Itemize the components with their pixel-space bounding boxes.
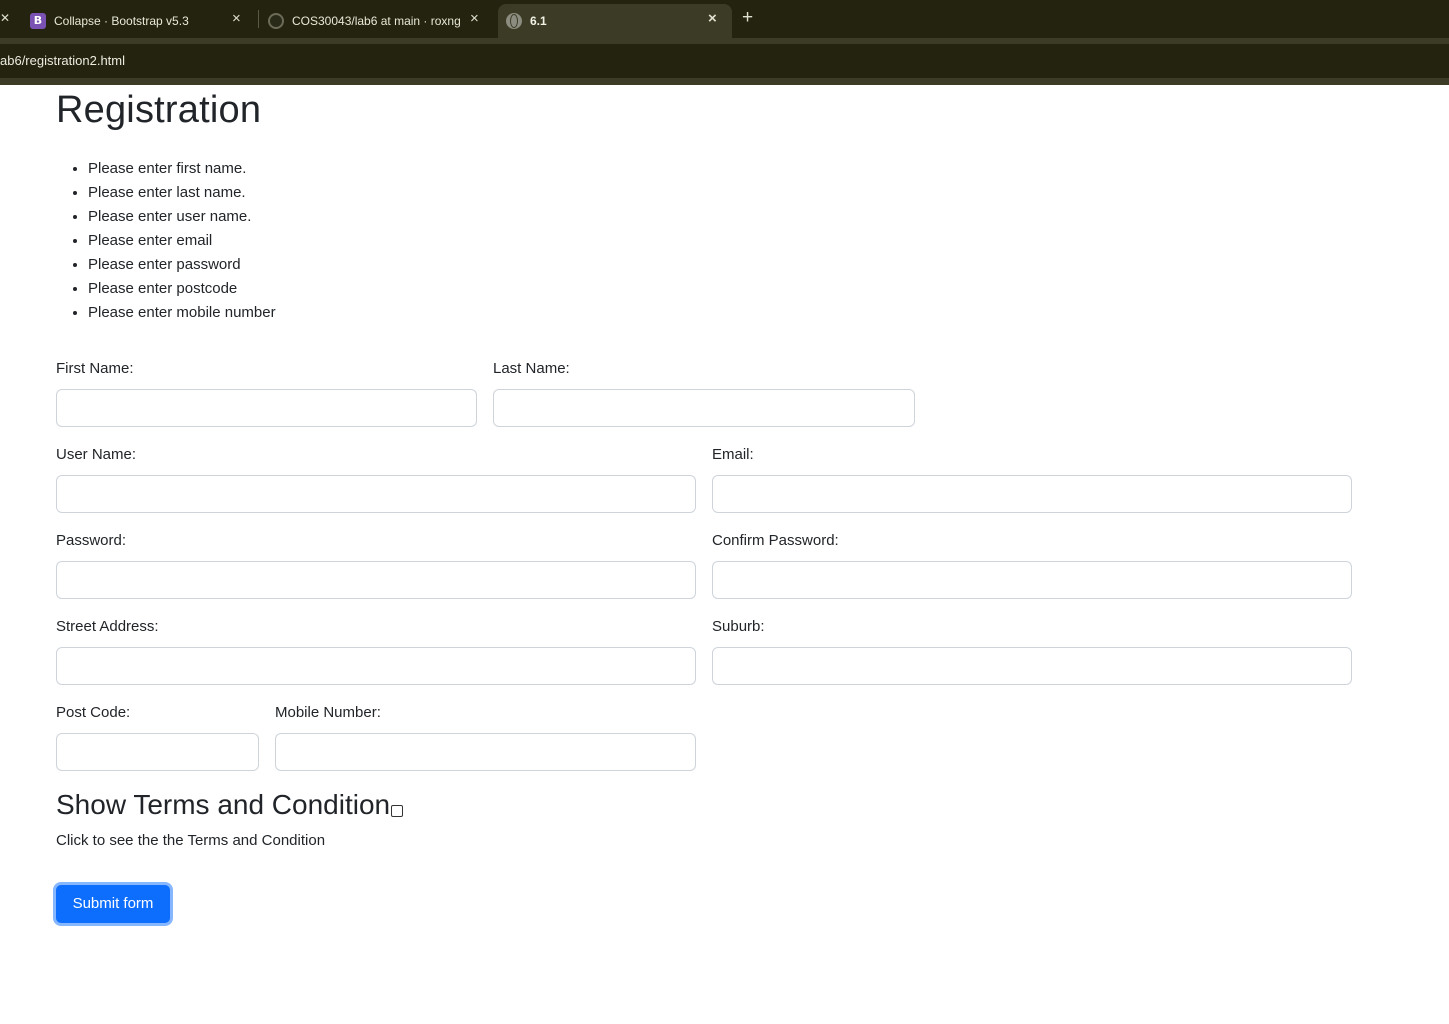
tab-close-partial-icon[interactable]: ✕ bbox=[0, 11, 10, 25]
github-icon bbox=[268, 13, 284, 29]
page-title: Registration bbox=[56, 89, 262, 131]
post-code-input[interactable] bbox=[56, 733, 259, 771]
close-tab-icon[interactable]: × bbox=[708, 11, 717, 26]
error-mobile-number: Please enter mobile number bbox=[88, 301, 276, 325]
browser-tab-bar: ✕ B Collapse · Bootstrap v5.3 × COS30043… bbox=[0, 0, 1449, 38]
tab-6-1-active[interactable]: 6.1 × bbox=[498, 4, 732, 38]
terms-heading-text: Show Terms and Condition bbox=[56, 789, 391, 820]
suburb-label: Suburb: bbox=[712, 618, 765, 635]
validation-error-list: Please enter first name. Please enter la… bbox=[88, 157, 276, 325]
confirm-password-input[interactable] bbox=[712, 561, 1352, 599]
first-name-label: First Name: bbox=[56, 360, 134, 377]
bootstrap-icon: B bbox=[30, 13, 46, 29]
mobile-number-input[interactable] bbox=[275, 733, 696, 771]
first-name-input[interactable] bbox=[56, 389, 477, 427]
user-name-input[interactable] bbox=[56, 475, 696, 513]
tab-title: 6.1 bbox=[530, 14, 547, 28]
error-email: Please enter email bbox=[88, 229, 276, 253]
tab-github-lab6[interactable]: COS30043/lab6 at main · roxng × bbox=[262, 4, 494, 38]
new-tab-icon[interactable]: + bbox=[742, 8, 753, 27]
page-content: Registration Please enter first name. Pl… bbox=[0, 85, 1449, 1024]
error-first-name: Please enter first name. bbox=[88, 157, 276, 181]
error-last-name: Please enter last name. bbox=[88, 181, 276, 205]
tab-bootstrap-collapse[interactable]: B Collapse · Bootstrap v5.3 × bbox=[22, 4, 256, 38]
confirm-password-label: Confirm Password: bbox=[712, 532, 839, 549]
last-name-label: Last Name: bbox=[493, 360, 570, 377]
close-tab-icon[interactable]: × bbox=[470, 11, 479, 26]
submit-form-button[interactable]: Submit form bbox=[53, 882, 173, 926]
terms-checkbox[interactable] bbox=[391, 805, 404, 817]
globe-icon bbox=[506, 13, 522, 29]
tab-title: COS30043/lab6 at main · roxng bbox=[292, 14, 460, 28]
email-input[interactable] bbox=[712, 475, 1352, 513]
terms-heading: Show Terms and Condition bbox=[56, 789, 404, 821]
error-password: Please enter password bbox=[88, 253, 276, 277]
email-label: Email: bbox=[712, 446, 754, 463]
street-address-label: Street Address: bbox=[56, 618, 159, 635]
terms-hint: Click to see the the Terms and Condition bbox=[56, 832, 326, 849]
error-user-name: Please enter user name. bbox=[88, 205, 276, 229]
tab-separator bbox=[258, 10, 259, 28]
url-text[interactable]: ab6/registration2.html bbox=[0, 53, 125, 68]
user-name-label: User Name: bbox=[56, 446, 137, 463]
password-label: Password: bbox=[56, 532, 127, 549]
suburb-input[interactable] bbox=[712, 647, 1352, 685]
password-input[interactable] bbox=[56, 561, 696, 599]
error-postcode: Please enter postcode bbox=[88, 277, 276, 301]
submit-button-label: Submit form bbox=[72, 895, 154, 912]
close-tab-icon[interactable]: × bbox=[232, 11, 241, 26]
street-address-input[interactable] bbox=[56, 647, 696, 685]
browser-toolbar: ab6/registration2.html bbox=[0, 38, 1449, 85]
tab-title: Collapse · Bootstrap v5.3 bbox=[54, 14, 189, 28]
last-name-input[interactable] bbox=[493, 389, 915, 427]
mobile-number-label: Mobile Number: bbox=[275, 704, 381, 721]
post-code-label: Post Code: bbox=[56, 704, 131, 721]
address-bar[interactable]: ab6/registration2.html bbox=[0, 44, 1449, 78]
